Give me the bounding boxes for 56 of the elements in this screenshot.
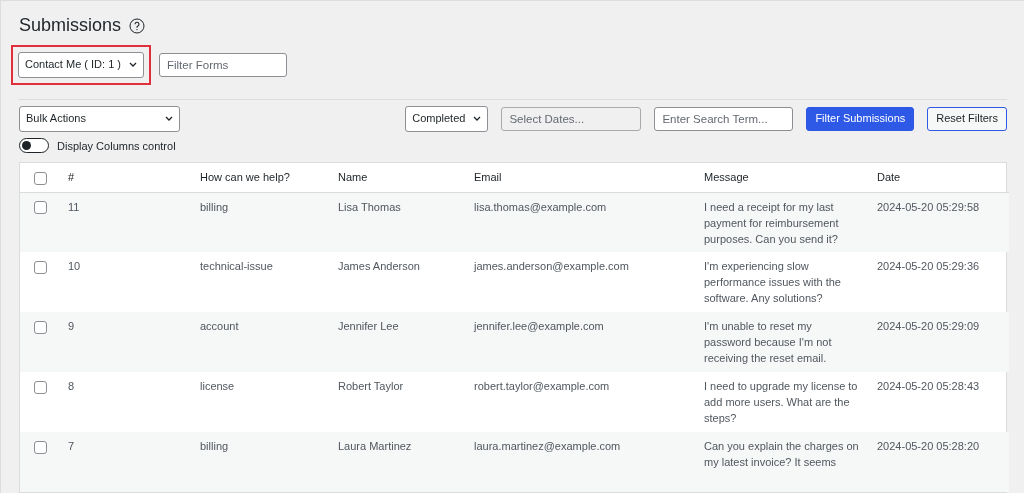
table-cell: 8 <box>68 380 75 393</box>
table-cell: james.anderson@example.com <box>474 260 629 273</box>
toggle-switch[interactable] <box>19 138 49 154</box>
checkbox[interactable] <box>34 380 47 394</box>
table-cell: robert.taylor@example.com <box>474 380 610 393</box>
table-cell: Jennifer Lee <box>338 320 399 333</box>
checkbox[interactable] <box>34 201 47 215</box>
table-cell: laura.martinez@example.com <box>474 440 621 453</box>
table-cell: 2024-05-20 05:28:20 <box>877 440 980 453</box>
table-cell: 7 <box>68 440 75 453</box>
filter-button[interactable]: Filter Submissions <box>806 106 915 131</box>
form-select[interactable]: Contact Me ( ID: 1 ) <box>18 51 144 78</box>
table-cell: 2024-05-20 05:29:58 <box>877 200 980 213</box>
table-cell: account <box>200 320 239 333</box>
page-title: Submissions <box>19 15 122 37</box>
table-cell: lisa.thomas@example.com <box>474 200 607 213</box>
table-cell: Laura Martinez <box>338 440 412 453</box>
column-header: Message <box>704 171 749 184</box>
checkbox[interactable] <box>34 320 47 334</box>
checkbox[interactable] <box>34 171 47 185</box>
column-header: How can we help? <box>200 171 290 184</box>
column-header: Date <box>877 171 901 184</box>
reset-button[interactable]: Reset Filters <box>927 106 1007 131</box>
table-cell: I'm unable to reset my password because I'm not receiving the reset email. <box>704 320 832 365</box>
filter-field[interactable]: Filter Forms <box>159 52 287 77</box>
table-cell: license <box>200 380 235 393</box>
table-cell: I'm experiencing slow performance issues with the software. Any solutions? <box>704 260 841 305</box>
table-cell: jennifer.lee@example.com <box>474 320 604 333</box>
search-field[interactable]: Enter Search Term... <box>654 106 794 131</box>
table-cell: I need to upgrade my license to add more users. What are the steps? <box>704 380 858 425</box>
help-icon[interactable] <box>129 17 146 34</box>
table-cell: 11 <box>68 200 80 213</box>
status-select[interactable]: Completed <box>405 105 489 132</box>
table-cell: Lisa Thomas <box>338 200 401 213</box>
column-header: # <box>68 171 75 184</box>
table-cell: 2024-05-20 05:28:43 <box>877 380 980 393</box>
checkbox[interactable] <box>34 440 47 454</box>
table-cell: I need a receipt for my last payment for reimbursement purposes. Can you send it? <box>704 200 839 245</box>
caret-icon <box>129 62 137 68</box>
toggle-label: Display Columns control <box>57 138 176 154</box>
table-cell: James Anderson <box>338 260 420 273</box>
table-cell: 9 <box>68 320 75 333</box>
table-cell: billing <box>200 440 229 453</box>
table-cell: technical-issue <box>200 260 273 273</box>
table-cell: 2024-05-20 05:29:36 <box>877 260 980 273</box>
column-header: Email <box>474 171 502 184</box>
table-cell: Can you explain the charges on my latest invoice? It seems <box>704 440 859 469</box>
caret-icon <box>473 116 482 122</box>
table-cell: Robert Taylor <box>338 380 404 393</box>
caret-icon <box>165 116 173 122</box>
checkbox[interactable] <box>34 260 47 274</box>
column-header: Name <box>338 171 368 184</box>
table-cell: 2024-05-20 05:29:09 <box>877 320 980 333</box>
table-cell: billing <box>200 200 229 213</box>
table-cell: 10 <box>68 260 81 273</box>
bulk-actions-select[interactable]: Bulk Actions <box>19 105 180 132</box>
